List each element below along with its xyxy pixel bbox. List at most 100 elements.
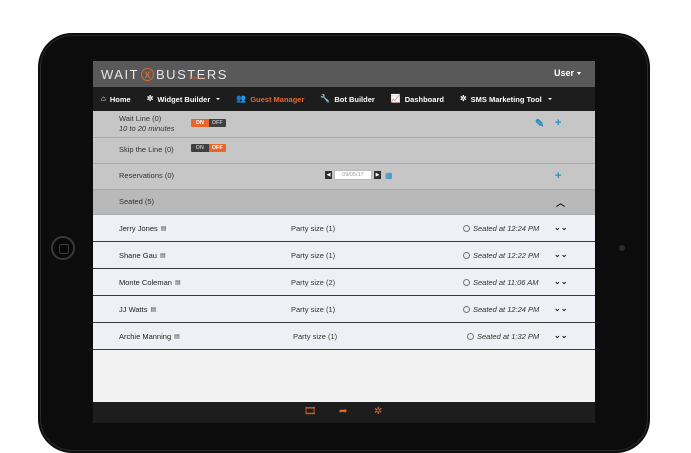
seated-time: Seated at 12:24 PM (463, 305, 539, 314)
seated-time: Seated at 12:22 PM (463, 251, 539, 260)
clock-icon (463, 225, 470, 232)
guest-name-text: JJ Watts (119, 305, 148, 314)
calendar-icon[interactable]: ▦ (385, 171, 393, 180)
notes-icon[interactable]: ▤ (150, 306, 156, 313)
nav-label: Guest Manager (250, 94, 305, 104)
camera (619, 245, 625, 251)
nav-item-sms-marketing[interactable]: ✲ SMS Marketing Tool (460, 95, 552, 104)
party-size: Party size (1) (293, 332, 338, 341)
collapse-icon[interactable]: ︿ (556, 196, 565, 209)
clock-icon (467, 333, 474, 340)
guest-name: JJ Watts ▤ (119, 305, 156, 314)
table-row[interactable]: Jerry Jones ▤ Party size (1) Seated at 12… (93, 215, 595, 242)
skip-line-toggle[interactable]: ON OFF (191, 144, 226, 152)
seated-label: Seated (5) (119, 197, 155, 206)
table-row[interactable]: JJ Watts ▤ Party size (1) Seated at 12:24… (93, 296, 595, 323)
seated-time-text: Seated at 12:24 PM (473, 305, 540, 314)
seated-time-text: Seated at 11:06 AM (473, 278, 539, 287)
nav-label: SMS Marketing Tool (470, 94, 542, 104)
nav-item-home[interactable]: ⌂ Home (101, 95, 131, 104)
film-icon[interactable]: 🎞 (304, 407, 317, 417)
clock-icon (463, 306, 470, 313)
seated-time: Seated at 11:06 AM (463, 278, 538, 287)
gear-icon: ✲ (146, 94, 154, 103)
next-date-button[interactable]: ▶ (374, 171, 381, 179)
gear-icon[interactable]: ✲ (374, 407, 382, 417)
chevron-down-icon (216, 98, 221, 100)
logo-subtitle: DINING (189, 75, 206, 80)
notes-icon[interactable]: ▤ (175, 279, 181, 286)
guest-name: Jerry Jones ▤ (119, 224, 166, 233)
date-input[interactable]: 09/05/17 (334, 170, 372, 180)
expand-icon[interactable]: ⌄⌄ (554, 223, 567, 232)
seated-time: Seated at 12:24 PM (463, 224, 539, 233)
chevron-down-icon (547, 98, 552, 100)
nav-item-widget-builder[interactable]: ✲ Widget Builder (147, 95, 221, 104)
logo-left-text: WAIT (101, 66, 140, 82)
app-screen: WAIT X BUSTERS DINING User ⌂ Home ✲ Widg… (93, 61, 595, 423)
home-button (51, 236, 75, 260)
seated-section: Seated (5) ︿ (93, 190, 595, 215)
main-nav: ⌂ Home ✲ Widget Builder 👥 Guest Manager … (93, 87, 595, 111)
wait-line-estimate: 10 to 20 minutes (119, 124, 175, 133)
party-size: Party size (1) (291, 224, 336, 233)
notes-icon[interactable]: ▤ (161, 225, 167, 232)
notes-icon[interactable]: ▤ (160, 252, 166, 259)
guest-name-text: Monte Coleman (119, 278, 172, 287)
gear-icon: ✲ (459, 94, 467, 103)
skip-line-label: Skip the Line (0) (119, 145, 174, 154)
party-size: Party size (1) (291, 305, 336, 314)
guest-name-text: Jerry Jones (119, 224, 158, 233)
party-size: Party size (1) (291, 251, 336, 260)
toggle-off: OFF (208, 119, 226, 127)
seated-time: Seated at 1:32 PM (467, 332, 539, 341)
nav-item-dashboard[interactable]: 📈 Dashboard (391, 95, 444, 104)
toggle-on: ON (191, 144, 209, 152)
users-icon: 👥 (236, 94, 247, 103)
clock-icon (463, 279, 470, 286)
expand-icon[interactable]: ⌄⌄ (554, 277, 567, 286)
seated-time-text: Seated at 1:32 PM (477, 332, 540, 341)
guest-name: Monte Coleman ▤ (119, 278, 181, 287)
nav-item-bot-builder[interactable]: 🔧 Bot Builder (320, 95, 374, 104)
reservations-section: Reservations (0) ◀ 09/05/17 ▶ ▦ + (93, 164, 595, 190)
guest-name-text: Archie Manning (119, 332, 172, 341)
prev-date-button[interactable]: ◀ (325, 171, 332, 179)
user-menu[interactable]: User (554, 68, 581, 78)
share-icon[interactable]: ➦ (339, 407, 347, 417)
guest-name-text: Shane Gau (119, 251, 157, 260)
nav-label: Home (109, 94, 131, 104)
add-icon[interactable]: + (555, 171, 561, 182)
reservations-label: Reservations (0) (119, 171, 175, 180)
skip-line-section: Skip the Line (0) ON OFF (93, 138, 595, 164)
edit-icon[interactable]: ✎ (535, 119, 544, 130)
nav-item-guest-manager[interactable]: 👥 Guest Manager (236, 95, 304, 104)
clock-icon (463, 252, 470, 259)
table-row[interactable]: Shane Gau ▤ Party size (1) Seated at 12:2… (93, 242, 595, 269)
nav-label: Dashboard (404, 94, 444, 104)
toggle-on: ON (191, 119, 209, 127)
expand-icon[interactable]: ⌄⌄ (554, 250, 567, 259)
wrench-icon: 🔧 (320, 94, 331, 103)
party-size: Party size (2) (291, 278, 336, 287)
chevron-down-icon (577, 71, 581, 75)
guest-name: Shane Gau ▤ (119, 251, 166, 260)
wait-line-section: Wait Line (0) 10 to 20 minutes ON OFF ✎ … (93, 111, 595, 138)
home-icon: ⌂ (101, 94, 106, 103)
wait-line-toggle[interactable]: ON OFF (191, 119, 226, 127)
expand-icon[interactable]: ⌄⌄ (554, 331, 567, 340)
expand-icon[interactable]: ⌄⌄ (554, 304, 567, 313)
table-row[interactable]: Monte Coleman ▤ Party size (2) Seated at … (93, 269, 595, 296)
add-icon[interactable]: + (555, 118, 561, 129)
top-bar: WAIT X BUSTERS DINING User (93, 61, 595, 87)
seated-time-text: Seated at 12:24 PM (473, 224, 540, 233)
table-row[interactable]: Archie Manning ▤ Party size (1) Seated at… (93, 323, 595, 350)
date-picker: ◀ 09/05/17 ▶ ▦ (325, 170, 393, 180)
nav-label: Widget Builder (157, 94, 211, 104)
nav-label: Bot Builder (334, 94, 375, 104)
user-label: User (553, 68, 574, 78)
guest-name: Archie Manning ▤ (119, 332, 180, 341)
chart-icon: 📈 (390, 94, 401, 103)
notes-icon[interactable]: ▤ (174, 333, 180, 340)
footer-bar: 🎞 ➦ ✲ (93, 402, 595, 423)
